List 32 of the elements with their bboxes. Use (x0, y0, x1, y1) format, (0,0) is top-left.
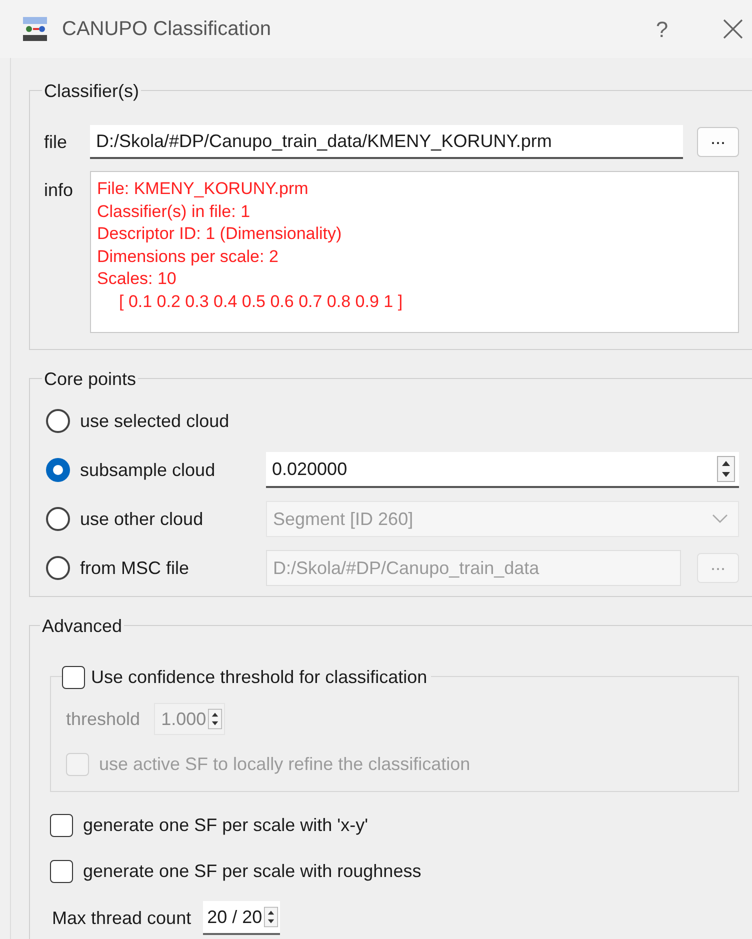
info-line: Dimensions per scale: 2 (97, 246, 278, 268)
info-line: Classifier(s) in file: 1 (97, 200, 250, 222)
radio-button[interactable] (46, 458, 70, 482)
info-line: File: KMENY_KORUNY.prm (97, 178, 308, 200)
checkbox[interactable] (50, 814, 73, 837)
file-path-field[interactable]: D:/Skola/#DP/Canupo_train_data/KMENY_KORUNY.prm (90, 125, 683, 159)
threshold-label: threshold (66, 708, 140, 730)
spin-arrows-icon[interactable] (208, 707, 222, 731)
field-label: Max thread count (52, 906, 192, 930)
checkbox-label[interactable]: Use confidence threshold for classification (91, 664, 428, 691)
radio-label[interactable]: subsample cloud (80, 456, 216, 484)
info-line: Scales: 10 (97, 268, 176, 290)
radio-button[interactable] (46, 409, 70, 433)
spin-arrows-icon[interactable] (717, 456, 735, 482)
checkbox[interactable] (62, 666, 85, 689)
chevron-down-icon (712, 514, 728, 524)
checkbox[interactable] (50, 860, 73, 883)
close-icon[interactable] (722, 18, 744, 40)
browse-button[interactable]: ... (697, 127, 739, 157)
checkbox-label[interactable]: generate one SF per scale with 'x-y' (83, 812, 368, 839)
info-line: [ 0.1 0.2 0.3 0.4 0.5 0.6 0.7 0.8 0.9 1 ] (118, 290, 403, 312)
checkbox-label[interactable]: generate one SF per scale with roughness (83, 858, 422, 885)
app-icon (20, 14, 50, 44)
thread-count-field[interactable]: 20 / 20 (203, 901, 280, 935)
help-button[interactable]: ? (642, 12, 682, 46)
info-line: Descriptor ID: 1 (Dimensionality) (97, 223, 342, 245)
field-label: file (44, 130, 68, 154)
field-label: info (44, 179, 74, 202)
window-title: CANUPO Classification (62, 17, 271, 42)
number-field[interactable]: 0.020000 (266, 452, 739, 488)
spin-arrows-icon[interactable] (264, 905, 278, 929)
radio-label[interactable]: use selected cloud (80, 408, 230, 434)
